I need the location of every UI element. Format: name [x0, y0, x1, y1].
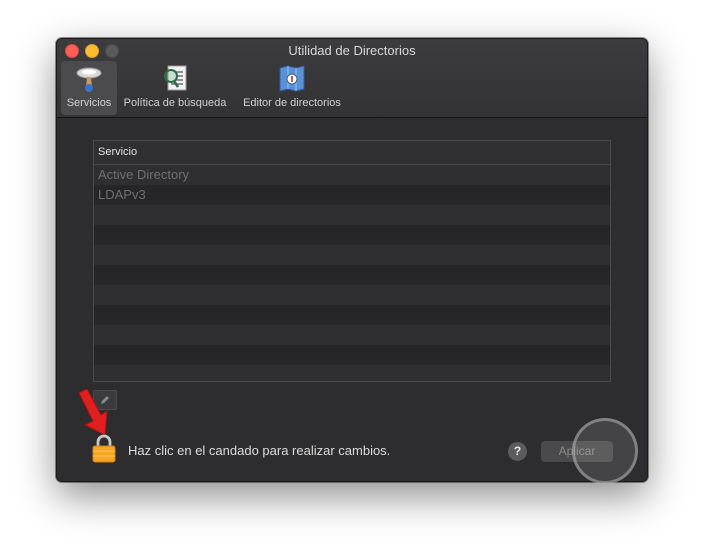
directory-utility-window: Utilidad de Directorios Servicios Políti…: [56, 38, 648, 482]
table-row-empty: [94, 345, 610, 365]
table-row-empty: [94, 265, 610, 285]
tab-services[interactable]: Servicios: [61, 61, 117, 115]
directory-editor-icon: [279, 65, 305, 92]
lock-instruction-text: Haz clic en el candado para realizar cam…: [128, 443, 391, 458]
column-header-service[interactable]: Servicio: [94, 141, 610, 165]
table-row-empty: [94, 205, 610, 225]
red-arrow-icon: [78, 389, 108, 436]
tab-directory-editor-label: Editor de directorios: [243, 97, 341, 109]
watermark-logo-icon: [572, 418, 638, 484]
services-icon: [76, 67, 102, 92]
tab-search-policy[interactable]: Política de búsqueda: [119, 61, 231, 115]
help-button[interactable]: ?: [508, 442, 527, 461]
search-policy-icon: [164, 65, 187, 91]
tab-services-label: Servicios: [66, 97, 112, 109]
tab-search-policy-label: Política de búsqueda: [123, 97, 227, 109]
lock-icon[interactable]: [91, 433, 117, 463]
tab-directory-editor[interactable]: Editor de directorios: [235, 61, 349, 115]
table-row-empty: [94, 225, 610, 245]
window-title: Utilidad de Directorios: [288, 43, 416, 58]
table-row-empty: [94, 245, 610, 265]
table-row[interactable]: Active Directory: [94, 165, 610, 185]
services-table: Servicio Active Directory LDAPv3: [93, 140, 611, 382]
table-row-empty: [94, 365, 610, 381]
table-row-empty: [94, 305, 610, 325]
table-row-empty: [94, 325, 610, 345]
title-toolbar: Utilidad de Directorios Servicios Políti…: [57, 39, 647, 118]
table-row[interactable]: LDAPv3: [94, 185, 610, 205]
table-row-empty: [94, 285, 610, 305]
